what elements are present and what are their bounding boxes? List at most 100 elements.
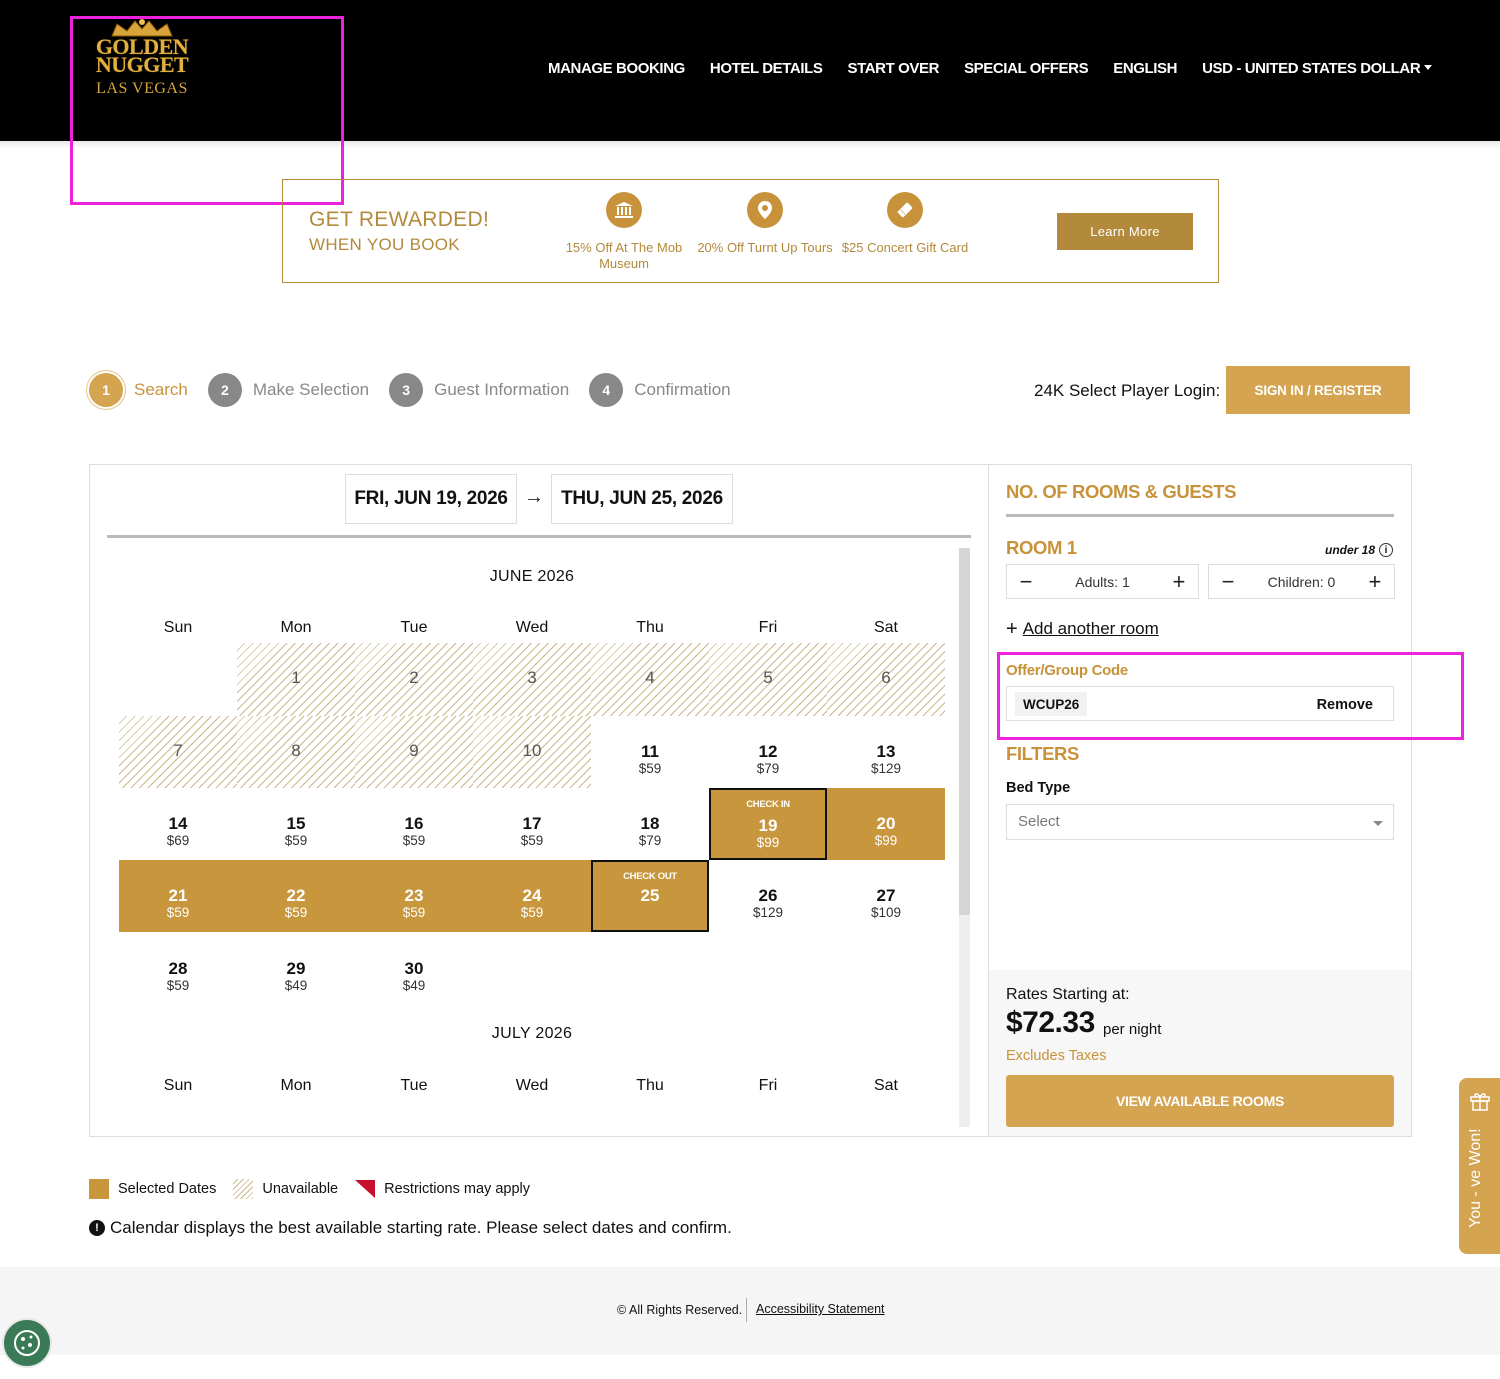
day-number: 4 xyxy=(645,668,655,687)
calendar-day-20[interactable]: 20 $99 xyxy=(827,788,945,860)
plus-icon[interactable]: + xyxy=(1366,570,1384,592)
youve-won-tab[interactable]: You - ve Won! xyxy=(1459,1078,1500,1254)
footer-separator xyxy=(746,1298,747,1322)
calendar-day-11[interactable]: 11 $59 xyxy=(591,716,709,788)
rates-starting-label: Rates Starting at: xyxy=(1006,986,1130,1003)
learn-more-button[interactable]: Learn More xyxy=(1057,213,1193,250)
arrow-right-icon: → xyxy=(524,486,544,508)
calendar-day-12[interactable]: 12 $79 xyxy=(709,716,827,788)
day-of-week-header: Mon xyxy=(280,1077,312,1094)
day-number: 2 xyxy=(409,668,419,687)
excludes-taxes-label: Excludes Taxes xyxy=(1006,1048,1107,1064)
calendar-day-21[interactable]: 21 $59 xyxy=(119,860,237,932)
calendar-scrollbar[interactable] xyxy=(959,548,970,1127)
day-of-week-header: Sat xyxy=(873,619,898,636)
day-number: 12 xyxy=(758,742,778,761)
info-icon[interactable]: i xyxy=(1379,543,1394,557)
minus-icon[interactable]: − xyxy=(1017,570,1035,592)
day-number: 11 xyxy=(641,742,659,761)
day-price: $69 xyxy=(166,833,190,848)
calendar-day-13[interactable]: 13 $129 xyxy=(827,716,945,788)
calendar-day-30[interactable]: 30 $49 xyxy=(355,933,473,1005)
legend-selected: Selected Dates xyxy=(118,1181,217,1197)
scrollbar-thumb[interactable] xyxy=(959,548,970,915)
nav-start-over[interactable]: START OVER xyxy=(848,60,940,77)
day-price: $109 xyxy=(870,905,902,920)
calendar-day-9: 9 xyxy=(355,716,473,788)
step-confirmation[interactable]: 4 Confirmation xyxy=(589,373,731,407)
checkout-date-field[interactable]: THU, JUN 25, 2026 xyxy=(551,474,733,524)
highlight-box-logo xyxy=(70,16,344,205)
accessibility-link[interactable]: Accessibility Statement xyxy=(756,1302,885,1316)
day-price: $79 xyxy=(756,761,780,776)
legend-unavailable: Unavailable xyxy=(262,1181,339,1197)
perk-concert-gift-card: $25 Concert Gift Card xyxy=(835,192,975,256)
day-price: $59 xyxy=(520,833,544,848)
day-price: $99 xyxy=(756,835,780,850)
day-price: $59 xyxy=(166,978,190,993)
per-night-label: per night xyxy=(1103,1021,1162,1038)
nav-manage-booking[interactable]: MANAGE BOOKING xyxy=(548,60,685,77)
step-make-selection[interactable]: 2 Make Selection xyxy=(207,373,369,407)
calendar-day-26[interactable]: 26 $129 xyxy=(709,860,827,932)
calendar-day-15[interactable]: 15 $59 xyxy=(237,788,355,860)
bed-type-select[interactable]: Select xyxy=(1006,804,1394,840)
children-value: Children: 0 xyxy=(1267,573,1336,590)
day-number: 23 xyxy=(404,886,424,905)
calendar-day-27[interactable]: 27 $109 xyxy=(827,860,945,932)
alert-icon: ! xyxy=(89,1220,105,1236)
cookie-settings-icon[interactable] xyxy=(2,1318,52,1368)
day-number: 28 xyxy=(168,959,188,978)
calendar-day-14[interactable]: 14 $69 xyxy=(119,788,237,860)
perk-label: 20% Off Turnt Up Tours xyxy=(697,240,833,255)
nav-currency-dropdown[interactable]: USD - UNITED STATES DOLLAR xyxy=(1202,60,1433,77)
calendar-day-19[interactable]: CHECK IN 19 $99 xyxy=(709,788,827,860)
minus-icon[interactable]: − xyxy=(1219,570,1237,592)
day-price: $59 xyxy=(402,905,426,920)
day-number: 14 xyxy=(168,814,188,833)
booking-steps: 1 Search 2 Make Selection 3 Guest Inform… xyxy=(89,373,751,407)
filters-title: FILTERS xyxy=(1006,743,1079,764)
day-number: 27 xyxy=(876,886,896,905)
calendar-day-22[interactable]: 22 $59 xyxy=(237,860,355,932)
add-room-label: Add another room xyxy=(1022,619,1159,638)
day-price: $59 xyxy=(520,905,544,920)
day-number: 7 xyxy=(173,741,183,760)
step-search[interactable]: 1 Search xyxy=(89,373,188,407)
checkin-date-field[interactable]: FRI, JUN 19, 2026 xyxy=(345,474,517,524)
day-of-week-header: Sun xyxy=(163,619,193,636)
day-number: 5 xyxy=(763,668,773,687)
calendar-day-28[interactable]: 28 $59 xyxy=(119,933,237,1005)
calendar-day-23[interactable]: 23 $59 xyxy=(355,860,473,932)
view-available-rooms-button[interactable]: VIEW AVAILABLE ROOMS xyxy=(1006,1075,1394,1127)
day-price: $129 xyxy=(752,905,784,920)
adults-value: Adults: 1 xyxy=(1075,573,1130,590)
day-number: 29 xyxy=(286,959,306,978)
nav-special-offers[interactable]: SPECIAL OFFERS xyxy=(964,60,1089,77)
day-of-week-header: Fri xyxy=(758,619,778,636)
unavailable-swatch xyxy=(233,1179,254,1199)
perk-label: 15% Off At The Mob Museum xyxy=(565,240,683,271)
calendar-day-25[interactable]: CHECK OUT 25 xyxy=(591,860,709,932)
calendar-day-29[interactable]: 29 $49 xyxy=(237,933,355,1005)
nav-hotel-details[interactable]: HOTEL DETAILS xyxy=(710,60,823,77)
calendar-day-7: 7 xyxy=(119,716,237,788)
calendar-day-17[interactable]: 17 $59 xyxy=(473,788,591,860)
step-guest-information[interactable]: 3 Guest Information xyxy=(389,373,569,407)
plus-icon[interactable]: + xyxy=(1170,570,1188,592)
step-number: 4 xyxy=(589,373,624,407)
calendar-day-24[interactable]: 24 $59 xyxy=(473,860,591,932)
day-price: $79 xyxy=(638,833,662,848)
nav-language[interactable]: ENGLISH xyxy=(1113,60,1177,77)
sign-in-register-button[interactable]: SIGN IN / REGISTER xyxy=(1226,366,1410,414)
day-price: $99 xyxy=(874,833,898,848)
rooms-divider xyxy=(1006,514,1394,517)
add-room-link[interactable]: + Add another room xyxy=(1006,619,1159,639)
day-of-week-header: Sat xyxy=(873,1077,898,1094)
day-of-week-header: Thu xyxy=(636,619,664,636)
location-pin-icon xyxy=(747,192,783,228)
calendar-day-16[interactable]: 16 $59 xyxy=(355,788,473,860)
calendar-day-18[interactable]: 18 $79 xyxy=(591,788,709,860)
day-number: 20 xyxy=(876,814,896,833)
main-nav: MANAGE BOOKING HOTEL DETAILS START OVER … xyxy=(548,60,1433,77)
